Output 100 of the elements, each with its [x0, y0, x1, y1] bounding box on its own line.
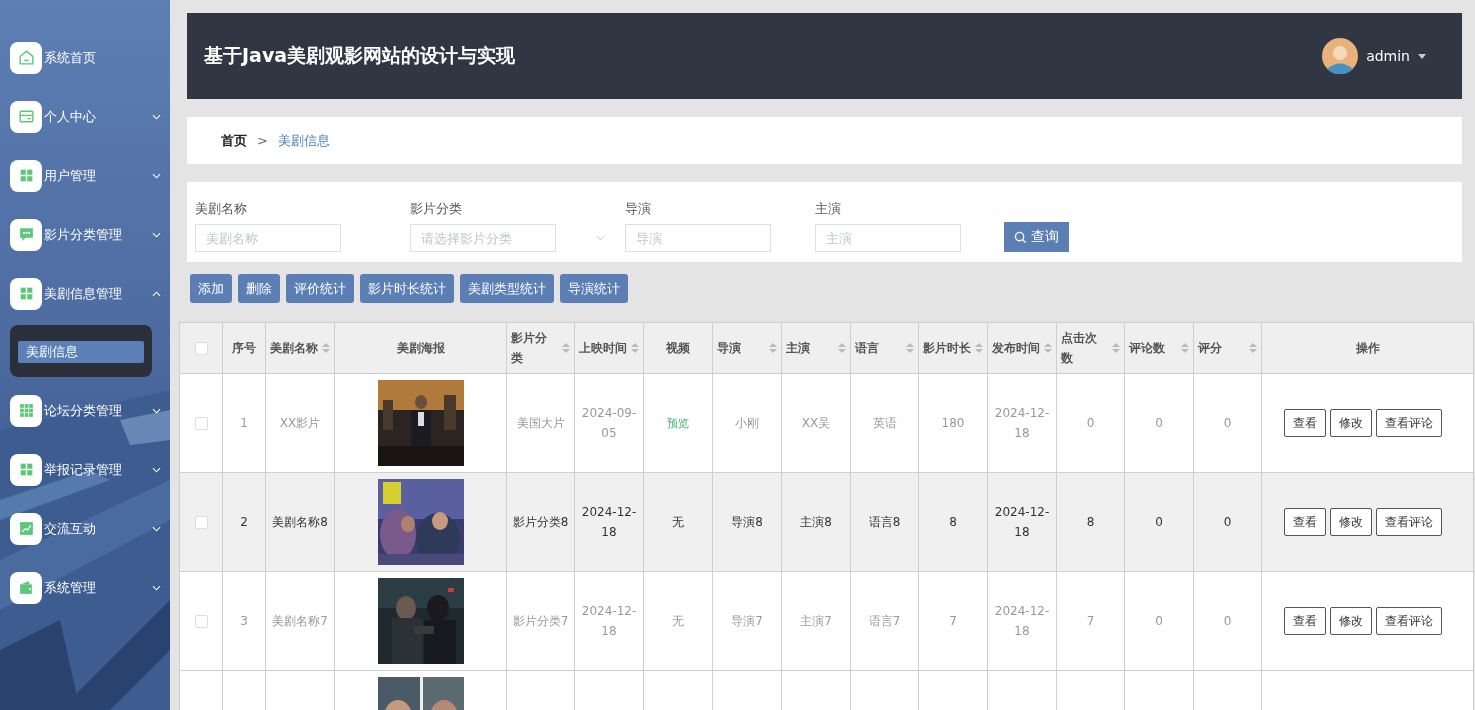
column-header[interactable]: 评分 [1193, 322, 1262, 374]
checkbox[interactable] [194, 417, 208, 430]
avatar-icon[interactable] [1322, 38, 1359, 74]
menu-item[interactable]: 论坛分类管理 [0, 381, 170, 440]
sort-icon[interactable] [1112, 343, 1120, 353]
action-button[interactable]: 修改 [1330, 607, 1372, 635]
menu-item[interactable]: 用户管理 [0, 146, 170, 205]
toolbar-button[interactable]: 添加 [190, 274, 232, 303]
action-button[interactable]: 查看 [1284, 409, 1326, 437]
card-icon [17, 108, 35, 125]
table-cell: 小刚 [735, 416, 759, 430]
sort-icon[interactable] [838, 343, 846, 353]
sort-icon[interactable] [1249, 343, 1257, 353]
menu-item[interactable]: 影片分类管理 [0, 205, 170, 264]
column-header[interactable]: 美剧名称 [265, 322, 335, 374]
action-button[interactable]: 查看评论 [1376, 409, 1442, 437]
table-cell: 主演8 [800, 515, 832, 529]
table-cell: 0 [1223, 614, 1232, 628]
field-label: 主演 [815, 200, 842, 218]
toolbar-button[interactable]: 影片时长统计 [360, 274, 454, 303]
menu-label: 系统管理 [44, 578, 97, 597]
column-header[interactable]: 操作 [1261, 322, 1474, 374]
toolbar-button[interactable]: 删除 [238, 274, 280, 303]
select-field[interactable]: 请选择影片分类 [410, 224, 556, 252]
username[interactable]: admin [1366, 48, 1410, 64]
menu-label: 个人中心 [44, 107, 97, 126]
chevron-icon [152, 525, 161, 532]
breadcrumb-item[interactable]: 美剧信息 [277, 131, 330, 150]
menu-label: 举报记录管理 [44, 460, 123, 479]
table-cell: 0 [1155, 515, 1163, 529]
action-button[interactable]: 查看评论 [1376, 607, 1442, 635]
checkbox[interactable] [194, 342, 208, 355]
table-cell: 无 [672, 515, 684, 529]
column-header[interactable]: 点击次数 [1056, 322, 1125, 374]
table-cell: XX吴 [801, 416, 831, 430]
sort-icon[interactable] [769, 343, 777, 353]
table-cell: 7 [949, 614, 957, 628]
column-header[interactable]: 序号 [222, 322, 266, 374]
sort-icon[interactable] [322, 343, 330, 353]
table-cell: 0 [1155, 416, 1163, 430]
sort-icon[interactable] [631, 343, 639, 353]
submenu-item[interactable]: 美剧信息 [18, 341, 144, 363]
table-cell: 7 [1086, 614, 1095, 628]
menu-label: 论坛分类管理 [44, 401, 123, 420]
menu-item[interactable]: 举报记录管理 [0, 440, 170, 499]
menu-item[interactable]: 美剧信息管理 [0, 264, 170, 323]
table-cell: 美国大片 [516, 416, 565, 430]
column-header[interactable]: 视频 [643, 322, 713, 374]
search-button[interactable]: 查询 [1004, 222, 1069, 252]
column-header[interactable]: 语言 [850, 322, 919, 374]
chat-icon [17, 226, 35, 243]
table-cell: 3 [240, 614, 248, 628]
action-button[interactable]: 查看 [1284, 508, 1326, 536]
menu-item[interactable]: 交流互动 [0, 499, 170, 558]
table-cell: 0 [1223, 416, 1232, 430]
checkbox[interactable] [194, 615, 208, 628]
toolbar-button[interactable]: 评价统计 [286, 274, 354, 303]
column-header[interactable]: 主演 [781, 322, 851, 374]
column-header[interactable]: 美剧海报 [334, 322, 507, 374]
table-cell-text: 2024-12-18 [993, 504, 1051, 541]
column-header[interactable]: 评论数 [1124, 322, 1194, 374]
field-label: 影片分类 [410, 200, 463, 218]
column-header[interactable]: 影片时长 [918, 322, 988, 374]
column-header[interactable]: 导演 [712, 322, 782, 374]
chevron-icon [152, 172, 161, 179]
sort-icon[interactable] [1044, 343, 1052, 353]
toolbar-button[interactable]: 美剧类型统计 [460, 274, 554, 303]
column-header[interactable]: 影片分类 [506, 322, 575, 374]
toolbar-button[interactable]: 导演统计 [560, 274, 628, 303]
table-cell: 2 [240, 515, 248, 529]
menu-item[interactable]: 个人中心 [0, 87, 170, 146]
table-cell: 主演7 [800, 614, 832, 628]
table-cell: 语言8 [868, 515, 901, 529]
table-cell: 0 [1155, 614, 1163, 628]
home-icon [17, 49, 35, 66]
menu-label: 用户管理 [44, 166, 97, 185]
sort-icon[interactable] [906, 343, 914, 353]
caret-icon[interactable] [1418, 53, 1426, 59]
table-cell-text: 2024-09-05 [580, 405, 638, 442]
site-title: 基于Java美剧观影网站的设计与实现 [204, 43, 516, 68]
column-header[interactable]: 上映时间 [574, 322, 644, 374]
sort-icon[interactable] [562, 343, 570, 353]
input-field[interactable]: 美剧名称 [195, 224, 341, 252]
table-cell: 语言7 [868, 614, 901, 628]
sort-icon[interactable] [1181, 343, 1189, 353]
breadcrumb-item[interactable]: 首页 [221, 131, 247, 150]
menu-label: 影片分类管理 [44, 225, 123, 244]
chart-icon [17, 520, 35, 537]
table-cell: 1 [240, 416, 248, 430]
action-button[interactable]: 修改 [1330, 508, 1372, 536]
action-button[interactable]: 修改 [1330, 409, 1372, 437]
menu-item[interactable]: 系统首页 [0, 28, 170, 87]
table-cell: 无 [672, 614, 684, 628]
sort-icon[interactable] [975, 343, 983, 353]
column-header[interactable]: 发布时间 [987, 322, 1057, 374]
menu-item[interactable]: 系统管理 [0, 558, 170, 617]
action-button[interactable]: 查看 [1284, 607, 1326, 635]
chevron-icon [596, 235, 605, 241]
checkbox[interactable] [194, 516, 208, 529]
action-button[interactable]: 查看评论 [1376, 508, 1442, 536]
